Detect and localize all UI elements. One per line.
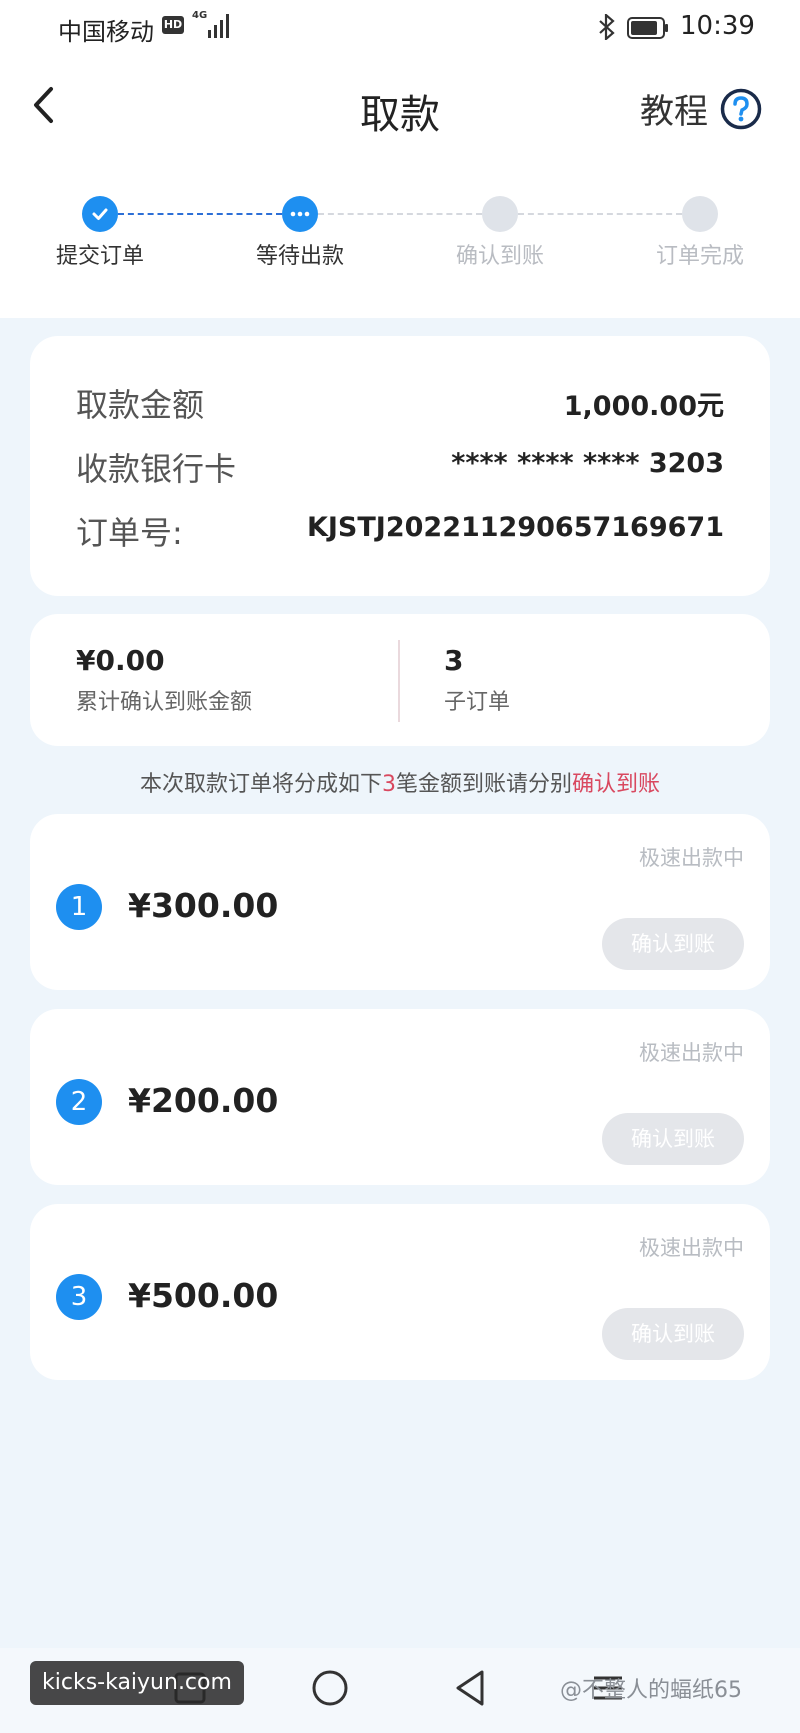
confirm-arrival-button[interactable]: 确认到账 xyxy=(602,1308,744,1360)
order-no-value[interactable]: KJSTJ2022112906571696­71 xyxy=(307,512,724,543)
confirmed-amount-label: 累计确认到账金额 xyxy=(76,690,253,715)
card-row: 收款银行卡 **** **** **** 3203 xyxy=(76,444,724,494)
step-label: 确认到账 xyxy=(455,244,544,269)
clock-time: 10:39 xyxy=(680,11,755,41)
check-icon xyxy=(92,208,108,220)
bank-card-value: **** **** **** 3203 xyxy=(451,448,724,479)
step-connector xyxy=(318,213,482,215)
bluetooth-icon xyxy=(599,14,615,40)
notice-highlight: 确认到账 xyxy=(572,772,661,797)
watermark-left: kicks-kaiyun.com xyxy=(30,1661,244,1705)
network-type: 4G xyxy=(192,10,208,21)
sub-order-card: 极速出款中 1 ¥300.00 确认到账 xyxy=(30,814,770,990)
step-3-dot xyxy=(482,196,518,232)
sub-order-index: 3 xyxy=(56,1274,102,1320)
sub-order-label: 子订单 xyxy=(444,690,511,715)
step-label: 提交订单 xyxy=(55,244,144,269)
hd-badge: HD xyxy=(162,16,184,34)
sub-order-status: 极速出款中 xyxy=(639,1041,744,1065)
sub-order-amount: ¥300.00 xyxy=(128,886,279,925)
order-info-card: 取款金额 1,000.00元 收款银行卡 **** **** **** 3203… xyxy=(30,336,770,596)
sub-order-status: 极速出款中 xyxy=(639,846,744,870)
triangle-back-icon xyxy=(456,1670,484,1706)
amount-label: 取款金额 xyxy=(76,386,205,424)
sub-order-index: 1 xyxy=(56,884,102,930)
amount-row: 取款金额 1,000.00元 xyxy=(76,380,724,430)
tutorial-button[interactable]: 教程 xyxy=(640,84,762,133)
sub-order-index: 2 xyxy=(56,1079,102,1125)
notice-middle: 笔金额到账请分别 xyxy=(395,772,572,797)
watermark-right: @不整人的蝠纸65 xyxy=(560,1678,742,1703)
circle-icon xyxy=(312,1670,348,1706)
step-1-dot xyxy=(82,196,118,232)
tutorial-label: 教程 xyxy=(640,92,708,132)
notice-count: 3 xyxy=(381,772,396,797)
step-label: 等待出款 xyxy=(255,244,344,269)
step-4-dot xyxy=(682,196,718,232)
sub-order-status: 极速出款中 xyxy=(639,1236,744,1260)
sub-order-amount: ¥200.00 xyxy=(128,1081,279,1120)
home-button[interactable] xyxy=(300,1663,360,1713)
confirm-arrival-button[interactable]: 确认到账 xyxy=(602,918,744,970)
confirmed-amount: ¥0.00 xyxy=(76,644,165,677)
amount-value: 1,000.00元 xyxy=(563,391,724,422)
status-bar: 中国移动 HD 4G 10:39 xyxy=(0,0,800,56)
step-2-dot xyxy=(282,196,318,232)
split-notice: 本次取款订单将分成如下3笔金额到账请分别确认到账 xyxy=(0,766,800,798)
step-connector xyxy=(118,213,282,215)
bank-card-label: 收款银行卡 xyxy=(76,450,237,488)
order-no-label: 订单号: xyxy=(76,514,183,552)
carrier-name: 中国移动 xyxy=(58,18,154,46)
sub-order-card: 极速出款中 2 ¥200.00 确认到账 xyxy=(30,1009,770,1185)
confirm-arrival-button[interactable]: 确认到账 xyxy=(602,1113,744,1165)
sub-order-amount: ¥500.00 xyxy=(128,1276,279,1315)
sub-order-count: 3 xyxy=(444,644,464,677)
back-nav-button[interactable] xyxy=(440,1663,500,1713)
battery-icon xyxy=(627,17,668,39)
summary-card: ¥0.00 累计确认到账金额 3 子订单 xyxy=(30,614,770,746)
sub-order-card: 极速出款中 3 ¥500.00 确认到账 xyxy=(30,1204,770,1380)
divider xyxy=(398,640,400,722)
step-connector xyxy=(518,213,682,215)
help-icon xyxy=(720,88,762,129)
order-no-row: 订单号: KJSTJ2022112906571696­71 xyxy=(76,508,724,558)
notice-prefix: 本次取款订单将分成如下 xyxy=(139,772,382,797)
step-label: 订单完成 xyxy=(655,244,744,269)
ellipsis-icon xyxy=(290,211,310,217)
signal-icon xyxy=(208,14,229,38)
